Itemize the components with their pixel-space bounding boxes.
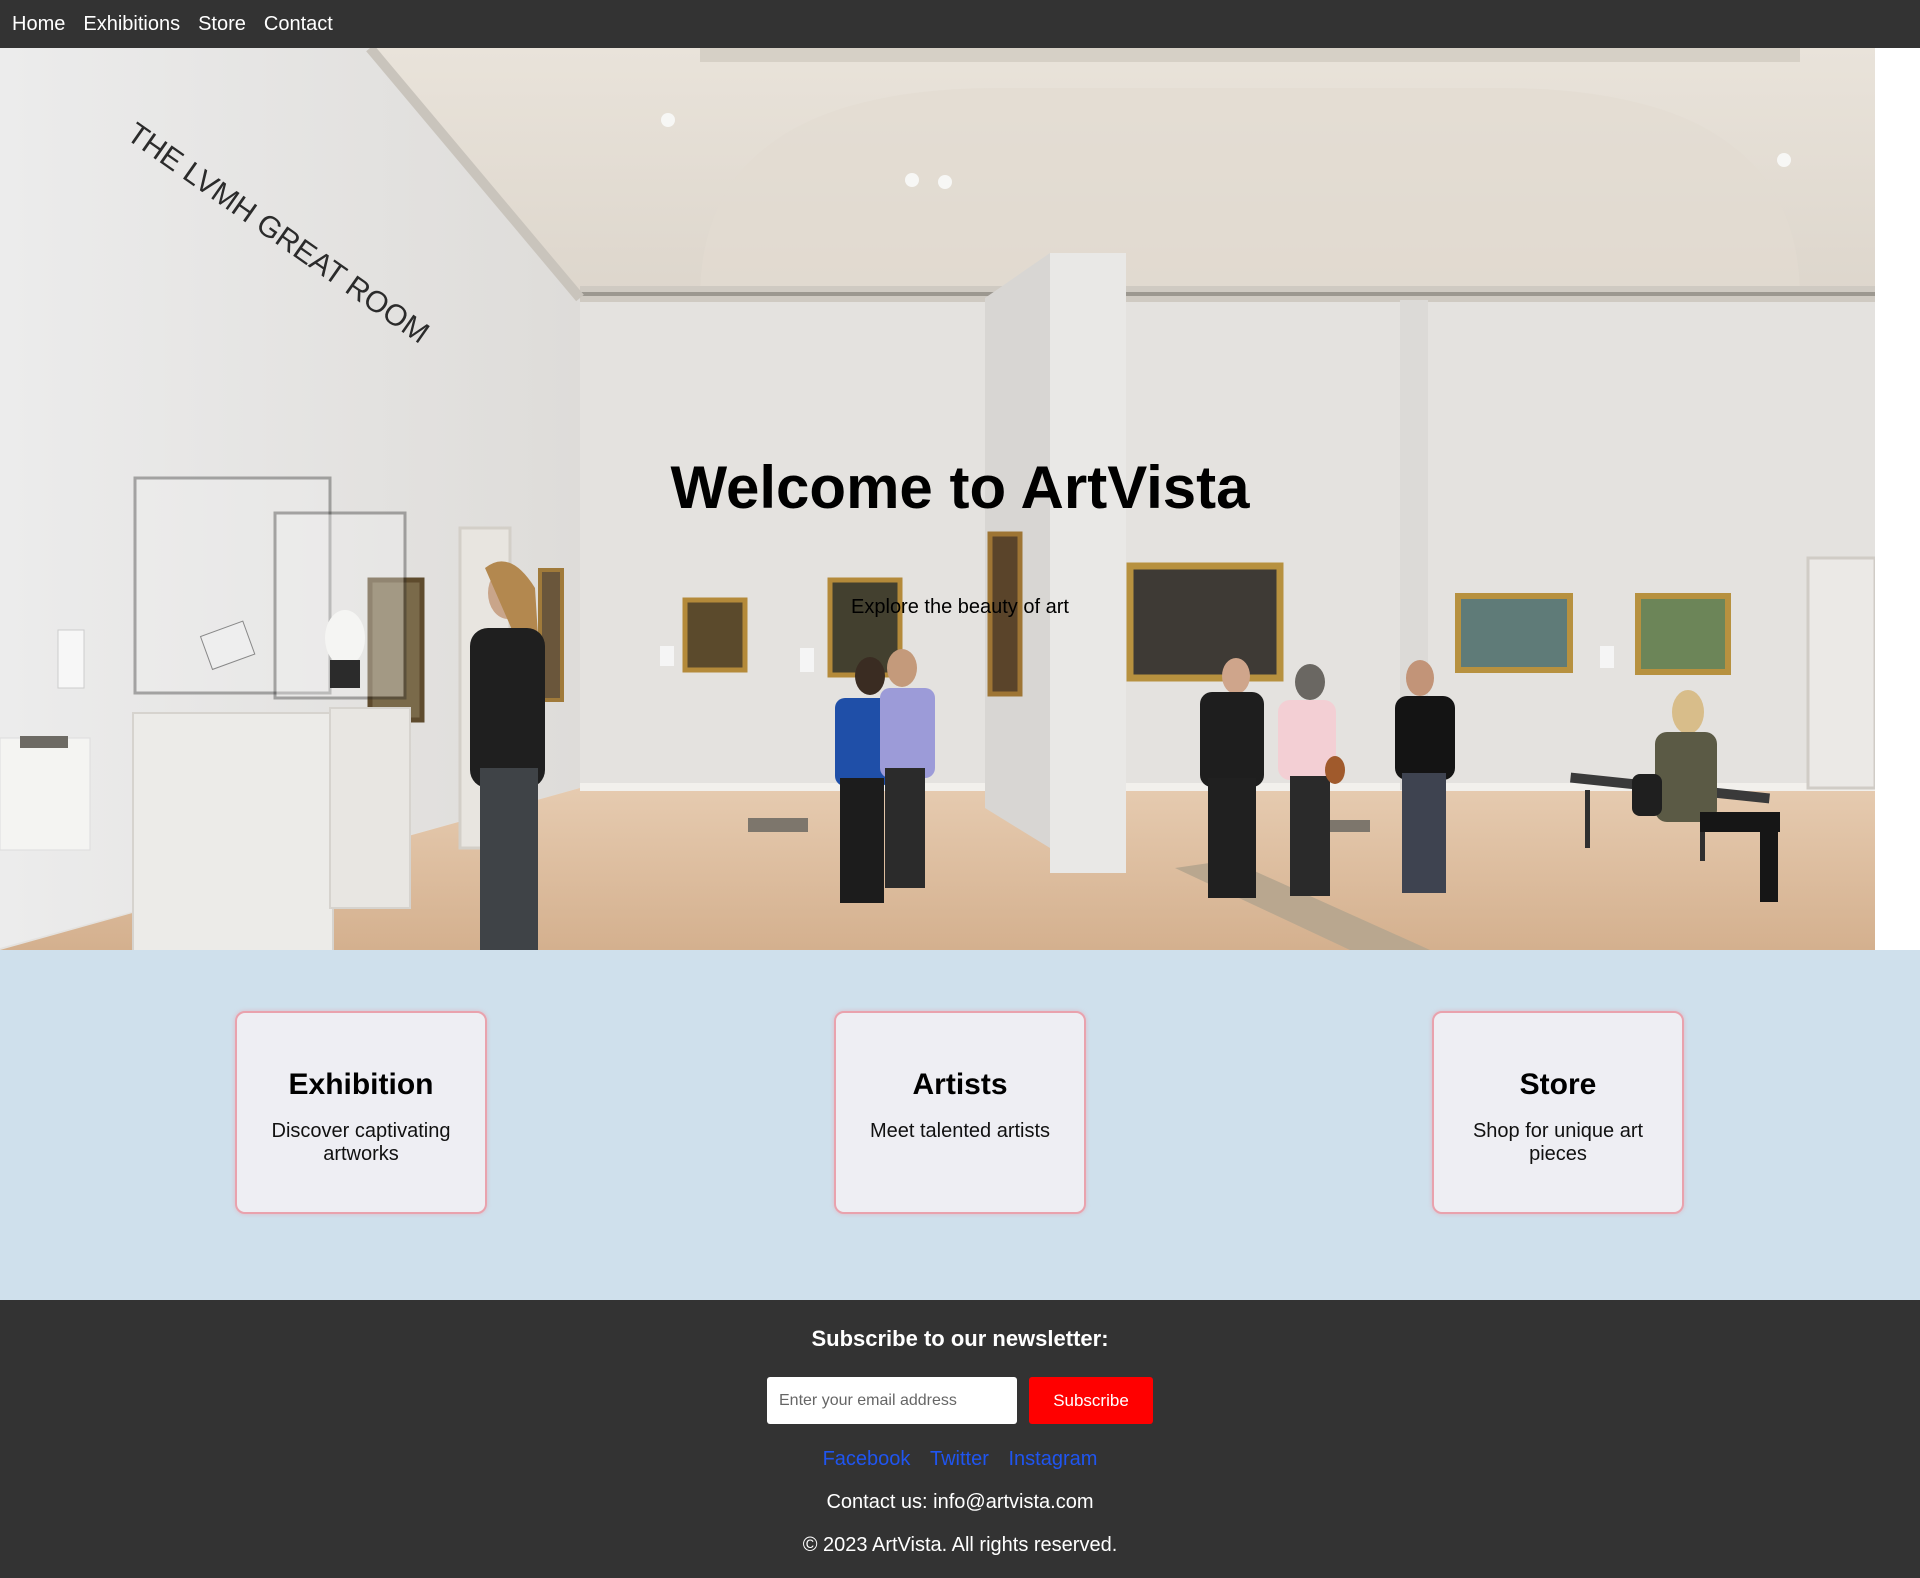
- nav-link-contact[interactable]: Contact: [264, 13, 333, 36]
- card-description: Meet talented artists: [869, 1120, 1051, 1142]
- twitter-link[interactable]: Twitter: [930, 1448, 989, 1470]
- hero-section: THE LVMH GREAT ROOM Welcome to ArtVista …: [0, 48, 1875, 950]
- newsletter-title: Subscribe to our newsletter:: [811, 1326, 1109, 1351]
- social-links: Facebook Twitter Instagram: [0, 1448, 1920, 1471]
- card-description: Discover captivating artworks: [271, 1120, 451, 1165]
- artists-card[interactable]: Artists Meet talented artists: [834, 1011, 1086, 1214]
- newsletter-form: Subscribe: [767, 1377, 1153, 1424]
- card-title: Artists: [912, 1068, 1008, 1101]
- facebook-link[interactable]: Facebook: [823, 1448, 911, 1470]
- hero-subtitle: Explore the beauty of art: [851, 596, 1069, 618]
- hero-title: Welcome to ArtVista: [670, 454, 1250, 521]
- top-navbar: Home Exhibitions Store Contact: [0, 0, 1920, 48]
- nav-link-home[interactable]: Home: [12, 13, 65, 36]
- exhibition-card[interactable]: Exhibition Discover captivating artworks: [235, 1011, 487, 1214]
- email-input[interactable]: [767, 1377, 1017, 1424]
- store-card[interactable]: Store Shop for unique art pieces: [1432, 1011, 1684, 1214]
- page-footer: Subscribe to our newsletter: Subscribe F…: [0, 1300, 1920, 1578]
- features-section: Exhibition Discover captivating artworks…: [0, 950, 1920, 1300]
- subscribe-button[interactable]: Subscribe: [1029, 1377, 1153, 1424]
- contact-info: Contact us: info@artvista.com: [826, 1491, 1094, 1513]
- card-title: Store: [1519, 1068, 1597, 1101]
- card-description: Shop for unique art pieces: [1472, 1120, 1644, 1165]
- card-title: Exhibition: [288, 1068, 434, 1101]
- nav-link-exhibitions[interactable]: Exhibitions: [83, 13, 180, 36]
- nav-link-store[interactable]: Store: [198, 13, 246, 36]
- copyright-text: © 2023 ArtVista. All rights reserved.: [802, 1534, 1118, 1556]
- instagram-link[interactable]: Instagram: [1008, 1448, 1097, 1470]
